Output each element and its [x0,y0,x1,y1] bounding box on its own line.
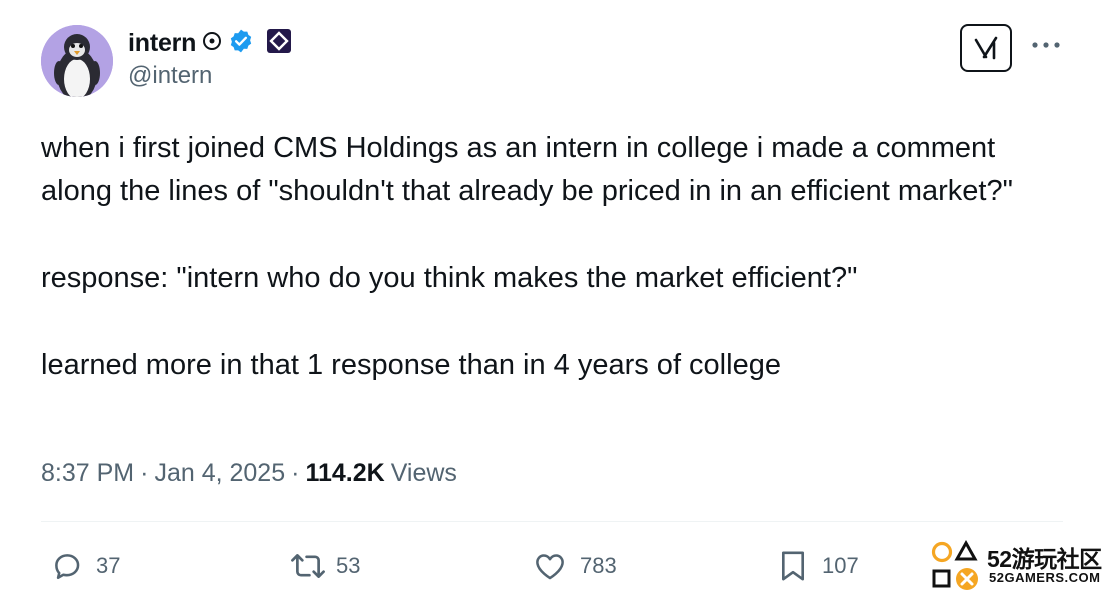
more-dots-icon [1032,42,1060,48]
tweet-paragraph: response: "intern who do you think makes… [41,262,858,294]
watermark-url: 52GAMERS.COM [989,570,1101,585]
tweet-card: intern @intern when i first joined CMS H… [0,0,1108,598]
tweet-meta: 8:37 PM · Jan 4, 2025 · 114.2K Views [41,459,457,488]
tweet-text: when i first joined CMS Holdings as an i… [41,127,1041,387]
penguin-avatar-icon [41,25,113,97]
reply-button[interactable]: 37 [50,548,120,584]
grok-icon [974,36,998,60]
watermark-logo: 52游玩社区 52GAMERS.COM [929,538,1104,594]
reply-count: 37 [96,553,121,578]
author-name-row: intern [128,26,292,60]
meta-separator: · [140,459,149,487]
bookmark-count: 107 [822,553,859,578]
like-button[interactable]: 783 [532,548,617,584]
watermark-controller-icons [931,539,978,590]
verified-badge-icon[interactable] [228,28,254,59]
bookmark-icon [781,551,805,581]
grok-button[interactable] [960,24,1012,72]
tweet-paragraph: when i first joined CMS Holdings as an i… [41,132,1013,207]
avatar[interactable] [41,25,113,97]
divider [41,521,1063,522]
tweet-date[interactable]: Jan 4, 2025 [154,459,285,488]
more-options-button[interactable] [1028,30,1064,60]
tweet-time[interactable]: 8:37 PM [41,459,134,488]
author-handle[interactable]: @intern [128,62,212,90]
like-count: 783 [580,553,617,578]
clock-icon [202,31,222,56]
bookmark-button[interactable]: 107 [776,548,859,584]
views-label: Views [390,459,457,487]
affiliate-badge-icon[interactable] [266,28,292,59]
watermark-title: 52游玩社区 [987,546,1102,572]
author-display-name[interactable]: intern [128,29,196,58]
retweet-button[interactable]: 53 [288,548,360,584]
retweet-count: 53 [336,553,361,578]
views-count[interactable]: 114.2K [305,459,384,488]
heart-icon [536,554,564,580]
retweet-icon [291,554,325,578]
meta-separator: · [291,459,300,487]
tweet-paragraph: learned more in that 1 response than in … [41,349,781,381]
reply-icon [55,554,80,580]
